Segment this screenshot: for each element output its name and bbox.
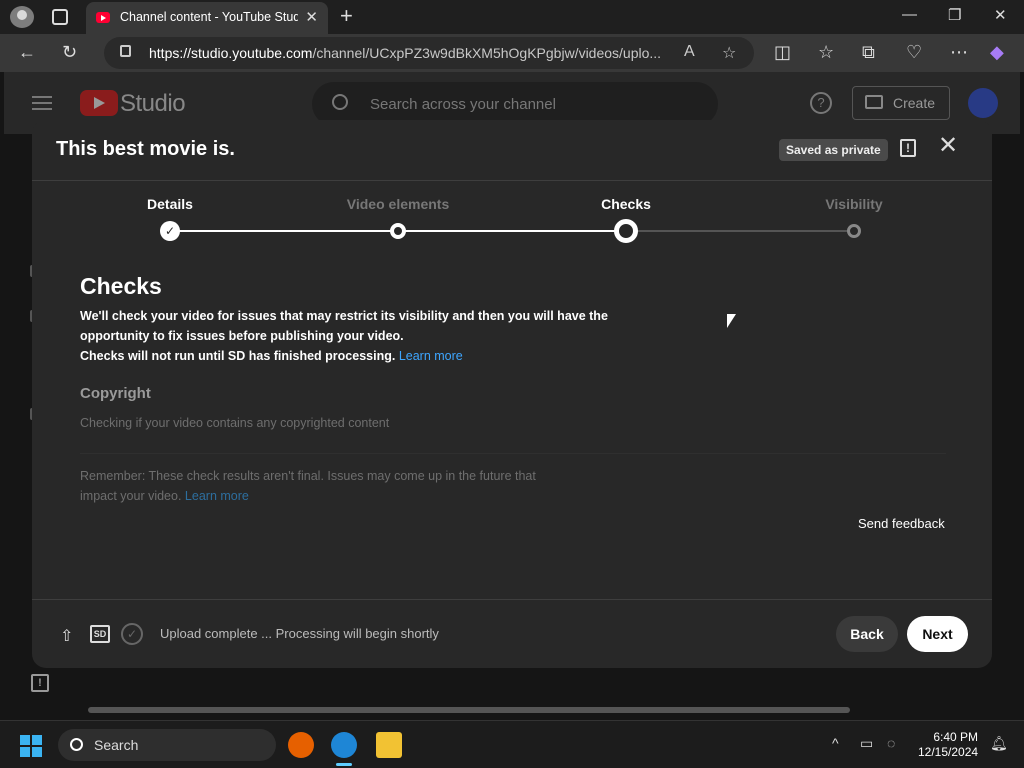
browser-title-bar: Channel content - YouTube Studio ✕ + — ❐… <box>0 0 1024 34</box>
windows-start-icon[interactable] <box>20 735 42 757</box>
copyright-status: Checking if your video contains any copy… <box>80 416 390 430</box>
checks-status-icon: ✓ <box>121 623 143 645</box>
tab-close-icon[interactable]: ✕ <box>305 8 318 26</box>
taskbar-search-input[interactable]: Search <box>58 729 276 761</box>
divider <box>80 453 946 454</box>
stepper-remaining-line <box>626 230 854 232</box>
display-icon[interactable]: ▭ <box>860 735 873 752</box>
refresh-icon[interactable]: ↻ <box>62 42 77 63</box>
edge-active-indicator <box>336 763 352 766</box>
youtube-logo-icon[interactable] <box>80 90 118 116</box>
search-icon <box>70 738 83 751</box>
tab-actions-icon[interactable] <box>52 9 68 25</box>
horizontal-scrollbar[interactable] <box>88 707 850 713</box>
search-icon <box>332 94 348 110</box>
browser-essentials-icon[interactable]: ♡ <box>906 42 922 63</box>
favorites-icon[interactable]: ☆ <box>818 42 834 63</box>
next-button[interactable]: Next <box>907 616 968 652</box>
mouse-cursor-icon <box>727 314 736 328</box>
upload-icon: ⇧ <box>60 628 74 645</box>
show-hidden-icons-icon[interactable]: ^ <box>832 735 839 751</box>
saved-status-badge: Saved as private <box>779 139 888 161</box>
remember-learn-more-link[interactable]: Learn more <box>185 489 249 503</box>
split-screen-icon[interactable]: ◫ <box>774 42 791 63</box>
browser-toolbar: ← ↻ https://studio.youtube.com/channel/U… <box>0 34 1024 72</box>
back-button[interactable]: Back <box>836 616 898 652</box>
read-aloud-icon[interactable]: A <box>684 43 695 61</box>
checks-description-line1: We'll check your video for issues that m… <box>80 309 608 343</box>
copyright-heading: Copyright <box>80 385 151 402</box>
search-placeholder: Search across your channel <box>370 96 556 113</box>
lock-icon[interactable] <box>120 45 131 57</box>
address-bar[interactable]: https://studio.youtube.com/channel/UCxpP… <box>104 37 754 69</box>
sd-quality-icon: SD <box>90 625 110 643</box>
restore-icon[interactable]: ❐ <box>948 6 961 24</box>
copilot-icon[interactable]: ◆ <box>990 42 1004 63</box>
step-video-elements-label[interactable]: Video elements <box>347 196 449 212</box>
create-label: Create <box>893 95 936 111</box>
taskbar: Search ^ ▭ ◌ 6:40 PM 12/15/2024 🔔︎ <box>0 720 1024 768</box>
system-clock[interactable]: 6:40 PM 12/15/2024 <box>918 730 978 760</box>
report-issue-icon[interactable]: ! <box>900 139 916 157</box>
dialog-footer: ⇧ SD ✓ Upload complete ... Processing wi… <box>32 599 992 668</box>
checks-description: We'll check your video for issues that m… <box>80 306 620 366</box>
notifications-bell-icon[interactable]: 🔔︎ <box>990 735 1008 752</box>
back-arrow-icon[interactable]: ← <box>18 42 36 63</box>
collections-icon[interactable]: ⧉ <box>862 42 875 63</box>
create-video-icon <box>865 95 883 109</box>
menu-icon[interactable] <box>32 96 52 110</box>
more-menu-icon[interactable]: ⋯ <box>950 42 968 63</box>
firefox-icon[interactable] <box>288 732 314 758</box>
step-checks-label[interactable]: Checks <box>601 196 651 212</box>
upload-status-text: Upload complete ... Processing will begi… <box>160 626 439 641</box>
step-details-check-icon[interactable]: ✓ <box>160 221 180 241</box>
learn-more-link[interactable]: Learn more <box>399 349 463 363</box>
upload-dialog: This best movie is. Saved as private ! ✕… <box>32 120 992 668</box>
window-close-icon[interactable]: ✕ <box>994 6 1007 24</box>
step-checks-dot[interactable] <box>614 219 638 243</box>
youtube-favicon-icon <box>96 12 110 23</box>
browser-tab-active[interactable]: Channel content - YouTube Studio ✕ <box>86 2 328 34</box>
sidebar-feedback-icon[interactable]: ! <box>31 674 49 692</box>
network-icon[interactable]: ◌ <box>887 735 895 751</box>
remember-note: Remember: These check results aren't fin… <box>80 469 536 503</box>
checks-description-line2: Checks will not run until SD has finishe… <box>80 349 463 363</box>
dialog-header: This best movie is. Saved as private ! ✕ <box>32 120 992 181</box>
account-avatar[interactable] <box>968 88 998 118</box>
profile-avatar-icon[interactable] <box>10 6 34 28</box>
new-tab-icon[interactable]: + <box>340 3 353 29</box>
url-text[interactable]: https://studio.youtube.com/channel/UCxpP… <box>149 45 669 61</box>
create-button[interactable]: Create <box>852 86 950 120</box>
step-visibility-label[interactable]: Visibility <box>825 196 882 212</box>
clock-time: 6:40 PM <box>933 730 979 744</box>
taskbar-search-label: Search <box>94 737 139 753</box>
checks-heading: Checks <box>80 273 162 299</box>
step-details-label[interactable]: Details <box>147 196 193 212</box>
step-visibility-dot[interactable] <box>847 224 861 238</box>
send-feedback-link[interactable]: Send feedback <box>858 516 945 531</box>
studio-logo-text[interactable]: Studio <box>120 90 186 118</box>
help-icon[interactable]: ? <box>810 92 832 114</box>
favorite-star-icon[interactable]: ☆ <box>722 43 736 63</box>
clock-date: 12/15/2024 <box>918 745 979 759</box>
file-explorer-icon[interactable] <box>376 732 402 758</box>
dialog-title: This best movie is. <box>56 138 235 160</box>
tab-title: Channel content - YouTube Studio <box>120 10 298 24</box>
dialog-close-icon[interactable]: ✕ <box>938 134 958 158</box>
step-video-elements-dot[interactable] <box>390 223 406 239</box>
minimize-icon[interactable]: — <box>902 6 917 23</box>
edge-icon[interactable] <box>331 732 357 758</box>
